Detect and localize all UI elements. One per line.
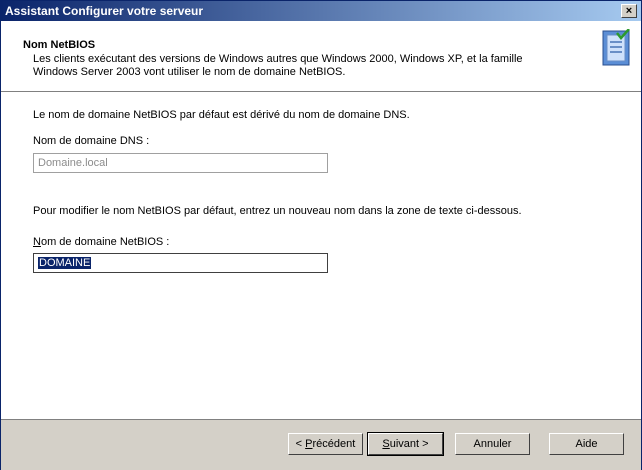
netbios-name-value: DOMAINE	[38, 257, 92, 269]
modify-instruction-text: Pour modifier le nom NetBIOS par défaut,…	[33, 205, 522, 217]
window-title: Assistant Configurer votre serveur	[5, 4, 204, 18]
back-button-prefix: <	[295, 438, 306, 450]
next-button[interactable]: Suivant >	[367, 432, 444, 456]
help-button[interactable]: Aide	[549, 433, 624, 455]
netbios-name-input[interactable]: DOMAINE	[33, 253, 328, 273]
wizard-body: Le nom de domaine NetBIOS par défaut est…	[1, 92, 641, 419]
netbios-label: Nom de domaine NetBIOS :	[33, 236, 169, 248]
back-button-label: récédent	[312, 438, 356, 450]
dns-name-field: Domaine.local	[33, 153, 328, 173]
netbios-label-rest: om de domaine NetBIOS :	[40, 236, 170, 248]
close-icon: ×	[625, 5, 633, 17]
server-wizard-icon	[599, 28, 633, 67]
wizard-window: Assistant Configurer votre serveur × Nom…	[0, 0, 642, 470]
title-bar[interactable]: Assistant Configurer votre serveur ×	[1, 1, 641, 21]
close-button[interactable]: ×	[621, 4, 637, 18]
back-button[interactable]: < Précédent	[288, 433, 363, 455]
back-button-accel: P	[305, 438, 313, 450]
dns-name-value: Domaine.local	[38, 157, 108, 169]
dns-label: Nom de domaine DNS :	[33, 135, 150, 147]
cancel-button[interactable]: Annuler	[455, 433, 530, 455]
page-description: Les clients exécutant des versions de Wi…	[33, 53, 523, 78]
next-button-accel: S	[382, 438, 390, 450]
wizard-footer: < Précédent Suivant > Annuler Aide	[1, 419, 641, 470]
page-title: Nom NetBIOS	[23, 39, 96, 51]
next-button-label: uivant >	[389, 438, 429, 450]
wizard-header: Nom NetBIOS Les clients exécutant des ve…	[1, 21, 641, 92]
intro-text: Le nom de domaine NetBIOS par défaut est…	[33, 109, 410, 121]
netbios-label-accel: N	[33, 236, 41, 248]
